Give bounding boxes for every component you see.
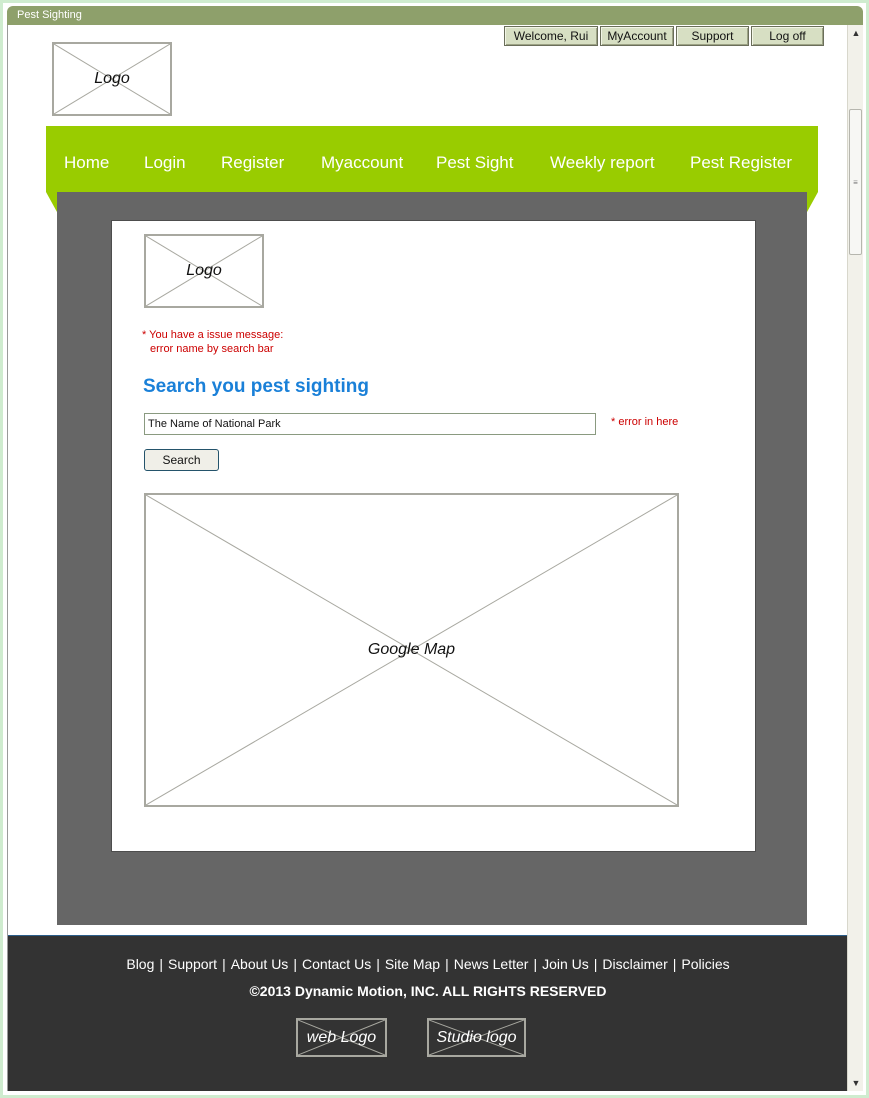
- footer-links: Blog | Support | About Us | Contact Us | Site Ma…: [8, 956, 847, 972]
- footer-separator: |: [445, 956, 449, 972]
- studio-logo[interactable]: Studio logo: [427, 1018, 526, 1057]
- search-card: Logo * You have a issue message: error n…: [111, 220, 756, 852]
- nav-weekly-report[interactable]: Weekly report: [550, 126, 655, 192]
- footer-separator: |: [293, 956, 297, 972]
- header-logo-label: Logo: [94, 70, 130, 87]
- google-map[interactable]: Google Map: [144, 493, 679, 807]
- support-button[interactable]: Support: [676, 26, 749, 46]
- content-logo-label: Logo: [186, 262, 222, 279]
- main-nav: Home Login Register Myaccount Pest Sight…: [46, 126, 818, 192]
- page-viewport: Welcome, Rui MyAccount Support Log off L…: [7, 25, 847, 1091]
- search-error-text: * error in here: [611, 416, 679, 428]
- footer-link-blog[interactable]: Blog: [126, 956, 154, 972]
- window-title: Pest Sighting: [7, 6, 863, 25]
- content-logo: Logo: [144, 234, 264, 308]
- footer-link-policies[interactable]: Policies: [681, 956, 729, 972]
- park-search-input[interactable]: [144, 413, 596, 435]
- issue-message: * You have a issue message: error name b…: [142, 328, 283, 356]
- footer-link-site-map[interactable]: Site Map: [385, 956, 440, 972]
- footer-separator: |: [222, 956, 226, 972]
- footer-link-about-us[interactable]: About Us: [231, 956, 289, 972]
- logoff-button[interactable]: Log off: [751, 26, 824, 46]
- nav-ribbon-right: [807, 192, 818, 212]
- studio-logo-label: Studio logo: [436, 1028, 517, 1046]
- vertical-scrollbar[interactable]: ▲ ≡ ▼: [847, 25, 863, 1091]
- google-map-label: Google Map: [367, 641, 456, 658]
- copyright-text: ©2013 Dynamic Motion, INC. ALL RIGHTS RE…: [249, 983, 607, 999]
- footer-link-contact-us[interactable]: Contact Us: [302, 956, 371, 972]
- nav-ribbon-left: [46, 192, 57, 212]
- footer-separator: |: [533, 956, 538, 972]
- nav-register[interactable]: Register: [221, 126, 284, 192]
- header-logo[interactable]: Logo: [52, 42, 172, 116]
- nav-pest-register[interactable]: Pest Register: [690, 126, 792, 192]
- footer-link-support[interactable]: Support: [168, 956, 217, 972]
- footer-link-news-letter[interactable]: News Letter: [454, 956, 529, 972]
- user-toolbar: Welcome, Rui MyAccount Support Log off: [504, 26, 824, 46]
- footer-separator: |: [593, 956, 598, 972]
- footer-separator: |: [376, 956, 380, 972]
- nav-home[interactable]: Home: [64, 126, 109, 192]
- footer-link-disclaimer[interactable]: Disclaimer: [602, 956, 667, 972]
- nav-login[interactable]: Login: [144, 126, 186, 192]
- footer-separator: |: [672, 956, 677, 972]
- issue-message-line1: * You have a issue message:: [142, 329, 284, 341]
- nav-pest-sight[interactable]: Pest Sight: [436, 126, 514, 192]
- footer-separator: |: [159, 956, 164, 972]
- nav-myaccount[interactable]: Myaccount: [321, 126, 403, 192]
- footer: Blog | Support | About Us | Contact Us | Site Ma…: [8, 935, 847, 1091]
- content-area: Logo * You have a issue message: error n…: [57, 192, 807, 925]
- scroll-thumb[interactable]: ≡: [849, 109, 862, 255]
- welcome-button[interactable]: Welcome, Rui: [504, 26, 598, 46]
- issue-message-line2: error name by search bar: [150, 343, 274, 355]
- scroll-down-icon[interactable]: ▼: [848, 1075, 864, 1091]
- myaccount-button[interactable]: MyAccount: [600, 26, 674, 46]
- footer-link-join-us[interactable]: Join Us: [542, 956, 589, 972]
- page-heading: Search you pest sighting: [143, 376, 369, 397]
- web-logo[interactable]: web Logo: [296, 1018, 387, 1057]
- web-logo-label: web Logo: [306, 1028, 377, 1046]
- search-button[interactable]: Search: [144, 449, 219, 471]
- scroll-up-icon[interactable]: ▲: [848, 25, 864, 41]
